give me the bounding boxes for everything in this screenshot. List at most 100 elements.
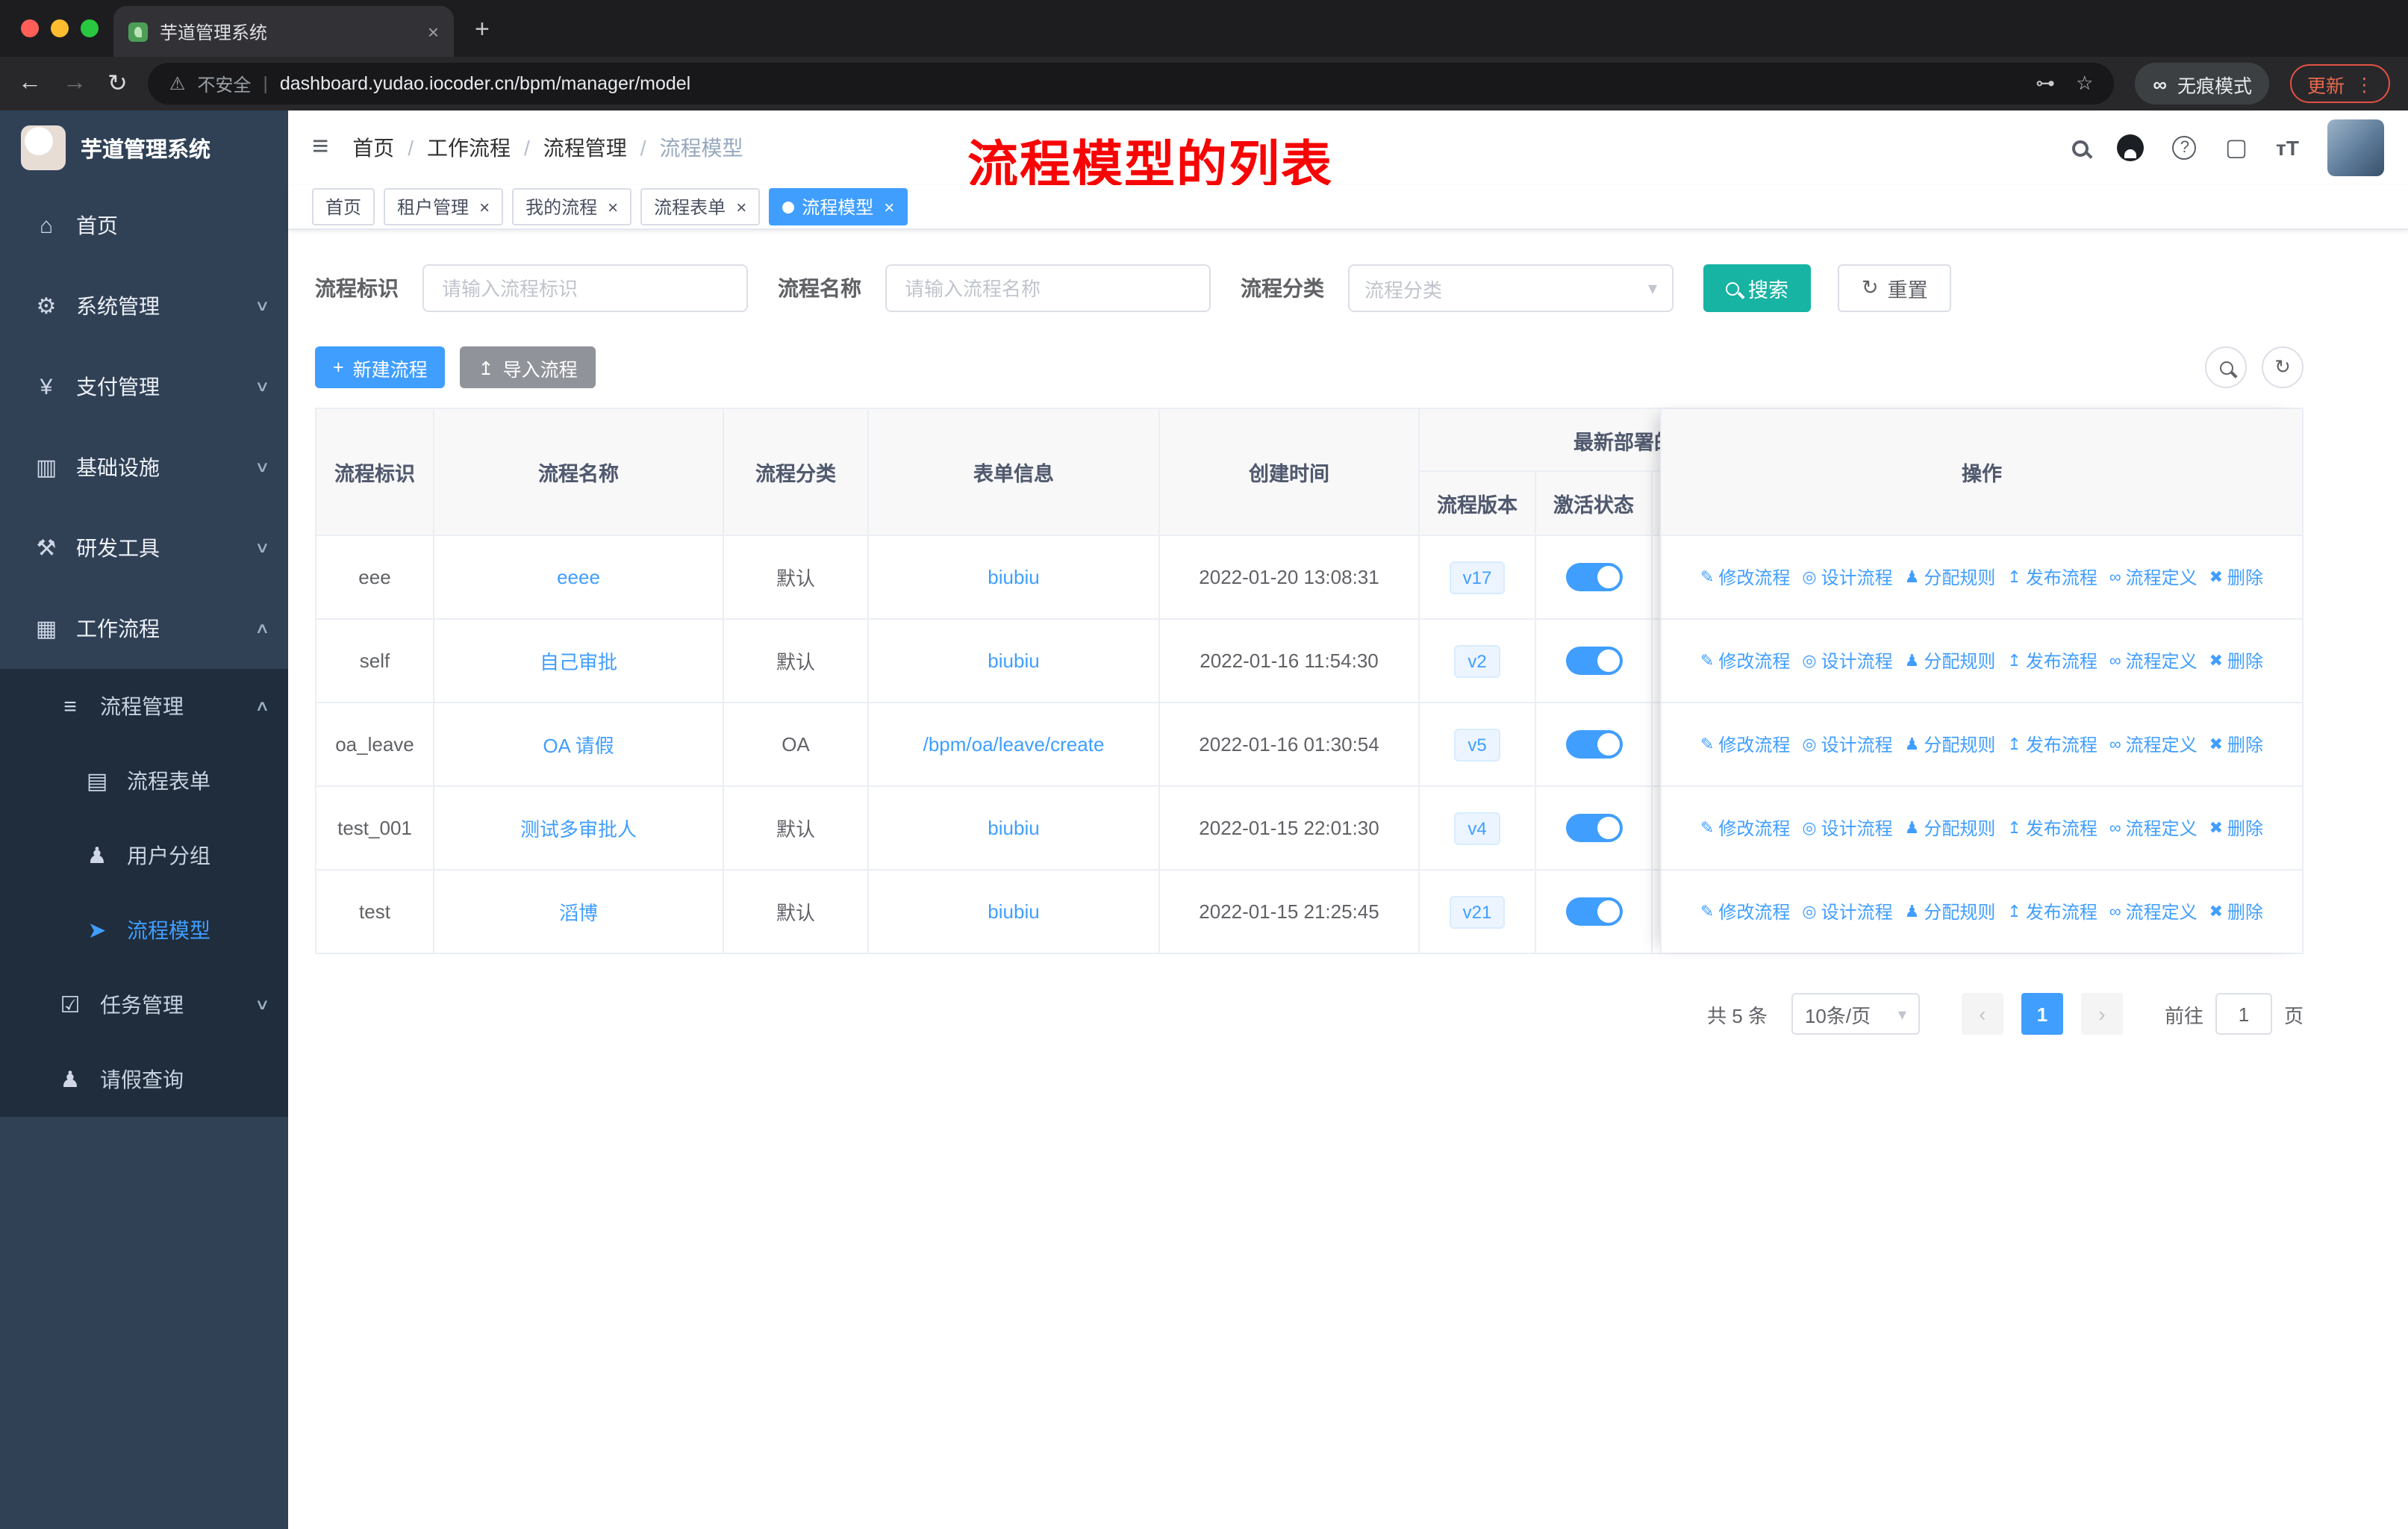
prev-page-button[interactable]: ‹ — [1961, 993, 2003, 1035]
sidebar-item-workflow[interactable]: ▦ 工作流程 ∧ — [0, 588, 288, 669]
publish-action-link[interactable]: ↥ 发布流程 — [2007, 648, 2097, 673]
next-page-button[interactable]: › — [2080, 993, 2123, 1035]
address-bar[interactable]: ⚠ 不安全 | dashboard.yudao.iocoder.cn/bpm/m… — [148, 63, 2115, 105]
design-action-link[interactable]: ◎ 设计流程 — [1802, 648, 1892, 673]
activation-toggle[interactable] — [1565, 814, 1622, 842]
forward-button[interactable]: → — [63, 70, 87, 97]
create-process-button[interactable]: + 新建流程 — [315, 346, 446, 388]
breadcrumb-item[interactable]: 首页 — [352, 133, 394, 163]
zoom-window-button[interactable] — [81, 19, 99, 37]
activation-toggle[interactable] — [1565, 647, 1622, 675]
page-size-select[interactable]: 10条/页 ▾ — [1791, 993, 1920, 1035]
assign-action-link[interactable]: ♟ 分配规则 — [1905, 815, 1996, 841]
security-label[interactable]: 不安全 — [197, 71, 251, 96]
new-tab-button[interactable]: + — [475, 15, 490, 45]
edit-action-link[interactable]: ✎ 修改流程 — [1700, 815, 1790, 841]
update-chip[interactable]: 更新 ⋮ — [2290, 64, 2390, 103]
publish-action-link[interactable]: ↥ 发布流程 — [2007, 815, 2097, 841]
sidebar-item-infra[interactable]: ▥ 基础设施 ∨ — [0, 427, 288, 508]
version-tag[interactable]: v2 — [1454, 644, 1500, 677]
design-action-link[interactable]: ◎ 设计流程 — [1802, 564, 1892, 590]
publish-action-link[interactable]: ↥ 发布流程 — [2007, 564, 2097, 590]
sidebar-item-home[interactable]: ⌂ 首页 — [0, 185, 288, 266]
activation-toggle[interactable] — [1565, 897, 1622, 926]
import-process-button[interactable]: ↥ 导入流程 — [460, 346, 596, 388]
minimize-window-button[interactable] — [51, 19, 69, 37]
definition-action-link[interactable]: ∞ 流程定义 — [2109, 648, 2198, 673]
form-link[interactable]: /bpm/oa/leave/create — [923, 733, 1105, 756]
user-avatar[interactable] — [2327, 119, 2384, 176]
breadcrumb-item[interactable]: 流程管理 — [543, 133, 627, 163]
bookmark-star-icon[interactable]: ☆ — [2076, 72, 2093, 96]
sidebar-item-doc[interactable]: ▤ 流程表单 — [0, 744, 288, 818]
help-icon[interactable]: ? — [2172, 136, 2197, 160]
edit-action-link[interactable]: ✎ 修改流程 — [1700, 648, 1790, 673]
sidebar-item-yen[interactable]: ¥ 支付管理 ∨ — [0, 346, 288, 427]
current-page-button[interactable]: 1 — [2021, 993, 2063, 1035]
activation-toggle[interactable] — [1565, 730, 1622, 759]
github-icon[interactable] — [2117, 134, 2145, 161]
close-icon[interactable]: × — [884, 196, 894, 217]
font-size-icon[interactable]: тT — [2276, 136, 2299, 160]
delete-action-link[interactable]: ✖ 删除 — [2209, 564, 2263, 590]
sidebar-item-gear[interactable]: ⚙ 系统管理 ∨ — [0, 266, 288, 346]
definition-action-link[interactable]: ∞ 流程定义 — [2109, 899, 2198, 924]
tag-item[interactable]: 首页 — [312, 188, 375, 225]
sidebar-item-send[interactable]: ➤ 流程模型 — [0, 893, 288, 968]
delete-action-link[interactable]: ✖ 删除 — [2209, 899, 2263, 924]
tag-item[interactable]: 我的流程 × — [512, 188, 632, 225]
form-link[interactable]: biubiu — [988, 566, 1039, 588]
edit-action-link[interactable]: ✎ 修改流程 — [1700, 564, 1790, 590]
tag-item[interactable]: 流程表单 × — [640, 188, 761, 225]
version-tag[interactable]: v17 — [1449, 561, 1506, 594]
delete-action-link[interactable]: ✖ 删除 — [2209, 648, 2263, 673]
design-action-link[interactable]: ◎ 设计流程 — [1802, 899, 1892, 924]
form-link[interactable]: biubiu — [988, 900, 1039, 923]
breadcrumb-item[interactable]: 工作流程 — [427, 133, 511, 163]
sidebar-collapse-icon[interactable]: ≡ — [312, 131, 328, 164]
delete-action-link[interactable]: ✖ 删除 — [2209, 732, 2263, 757]
sidebar-item-task[interactable]: ☑ 任务管理 ∨ — [0, 968, 288, 1042]
process-name-link[interactable]: 自己审批 — [540, 647, 617, 675]
publish-action-link[interactable]: ↥ 发布流程 — [2007, 732, 2097, 757]
publish-action-link[interactable]: ↥ 发布流程 — [2007, 899, 2097, 924]
version-tag[interactable]: v21 — [1449, 895, 1506, 928]
search-button[interactable]: 搜索 — [1703, 264, 1811, 312]
assign-action-link[interactable]: ♟ 分配规则 — [1905, 564, 1996, 590]
form-link[interactable]: biubiu — [988, 650, 1039, 672]
process-name-link[interactable]: OA 请假 — [543, 730, 614, 759]
toggle-search-button[interactable] — [2205, 346, 2247, 388]
fullscreen-icon[interactable]: ▢ — [2225, 133, 2248, 163]
process-name-link[interactable]: 滔博 — [559, 897, 598, 926]
sidebar-item-list[interactable]: ≡ 流程管理 ∧ — [0, 669, 288, 744]
design-action-link[interactable]: ◎ 设计流程 — [1802, 815, 1892, 841]
back-button[interactable]: ← — [18, 70, 42, 97]
search-icon[interactable] — [2072, 140, 2089, 156]
close-icon[interactable]: × — [736, 196, 746, 217]
edit-action-link[interactable]: ✎ 修改流程 — [1700, 899, 1790, 924]
assign-action-link[interactable]: ♟ 分配规则 — [1905, 732, 1996, 757]
edit-action-link[interactable]: ✎ 修改流程 — [1700, 732, 1790, 757]
form-link[interactable]: biubiu — [988, 817, 1039, 839]
tag-item[interactable]: 租户管理 × — [384, 188, 504, 225]
close-icon[interactable]: × — [608, 196, 618, 217]
process-name-link[interactable]: eeee — [557, 566, 600, 588]
sidebar-item-tools[interactable]: ⚒ 研发工具 ∨ — [0, 508, 288, 588]
activation-toggle[interactable] — [1565, 563, 1622, 591]
refresh-table-button[interactable]: ↻ — [2262, 346, 2303, 388]
assign-action-link[interactable]: ♟ 分配规则 — [1905, 899, 1996, 924]
browser-menu-icon[interactable]: ⋮ — [2355, 72, 2374, 95]
assign-action-link[interactable]: ♟ 分配规则 — [1905, 648, 1996, 673]
version-tag[interactable]: v4 — [1454, 812, 1500, 844]
goto-page-input[interactable] — [2215, 993, 2272, 1035]
browser-tab[interactable]: 芋道管理系统 × — [113, 6, 454, 57]
process-name-input[interactable] — [885, 264, 1211, 312]
process-category-select[interactable]: 流程分类 ▾ — [1348, 264, 1674, 312]
reload-button[interactable]: ↻ — [107, 69, 128, 99]
reset-button[interactable]: ↻ 重置 — [1838, 264, 1952, 312]
close-icon[interactable]: × — [479, 196, 490, 217]
close-window-button[interactable] — [21, 19, 39, 37]
sidebar-item-users[interactable]: ♟ 用户分组 — [0, 818, 288, 893]
sidebar-item-person[interactable]: ♟ 请假查询 — [0, 1042, 288, 1117]
definition-action-link[interactable]: ∞ 流程定义 — [2109, 732, 2198, 757]
